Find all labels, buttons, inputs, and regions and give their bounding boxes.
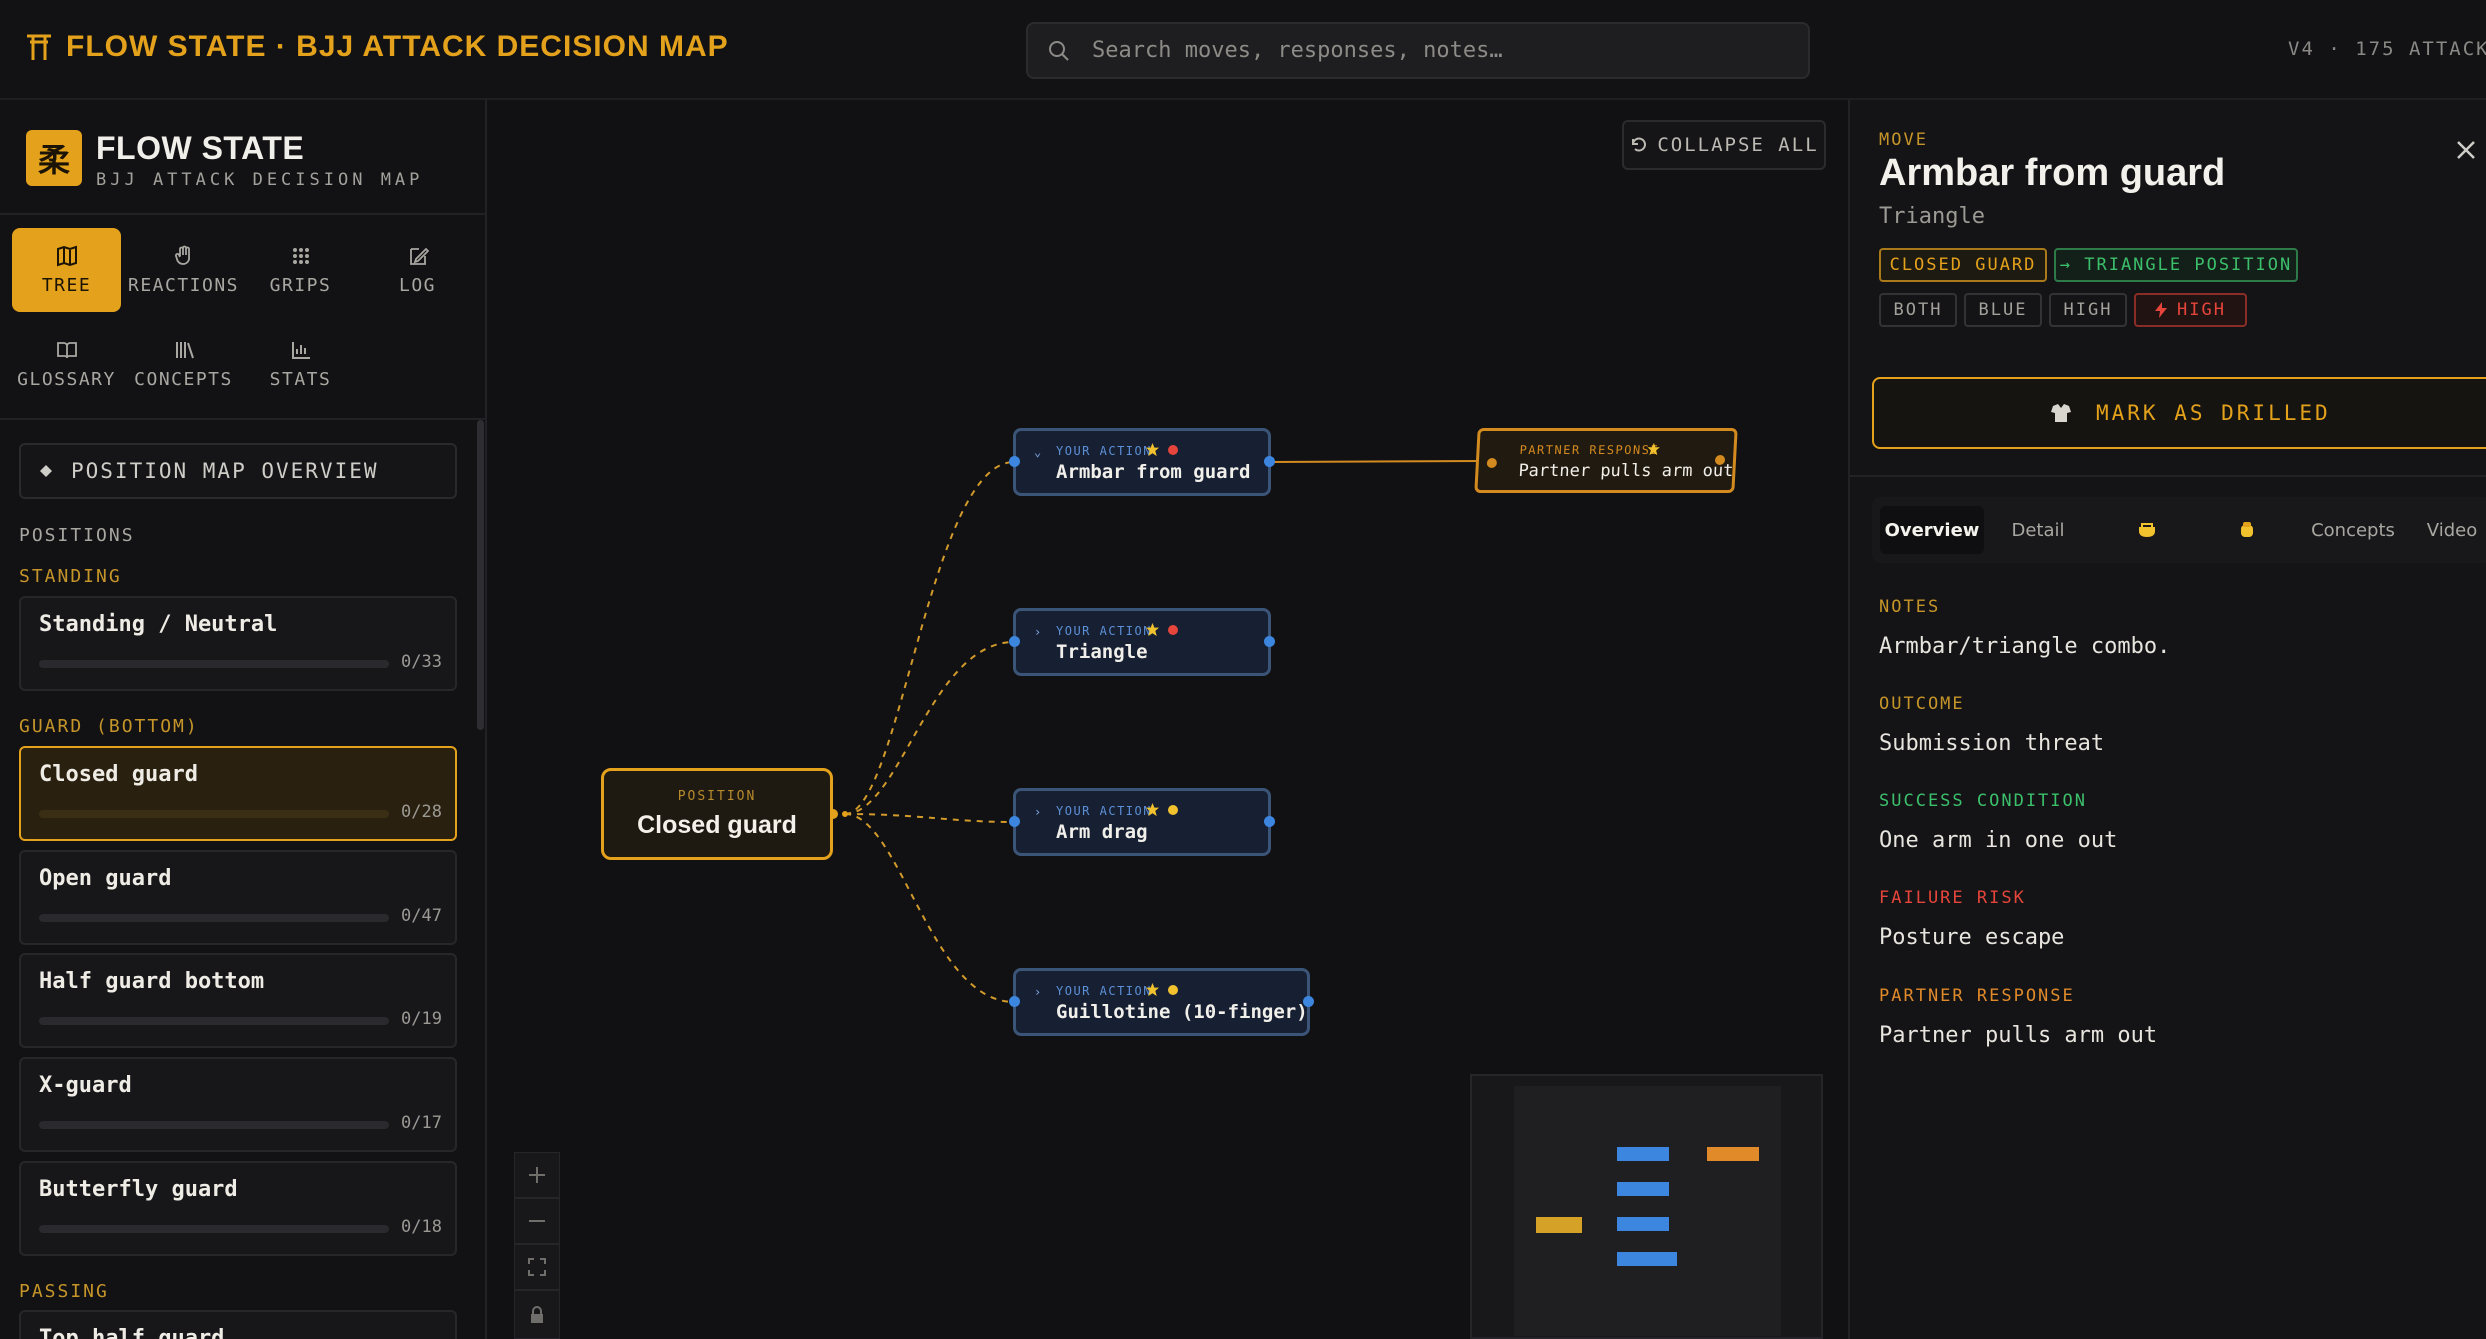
star-icon <box>1647 442 1660 456</box>
handle-out[interactable] <box>1264 636 1275 647</box>
tab-offense[interactable] <box>2202 506 2292 554</box>
field-label-outcome: OUTCOME <box>1879 694 1965 714</box>
field-label-success: SUCCESS CONDITION <box>1879 791 2087 811</box>
collapse-all-button[interactable]: COLLAPSE ALL <box>1622 120 1826 170</box>
gi-icon <box>2051 404 2071 422</box>
node-kicker: POSITION <box>677 789 757 804</box>
panel-kicker: MOVE <box>1879 130 1928 150</box>
close-icon[interactable] <box>2452 136 2480 164</box>
minimap-node <box>1617 1147 1669 1161</box>
tab-defense[interactable] <box>2102 506 2192 554</box>
tab-detail[interactable]: Detail <box>1992 506 2084 554</box>
handle-in[interactable] <box>1009 636 1020 647</box>
chevron-down-icon[interactable]: ⌄ <box>1034 445 1041 459</box>
tab-concepts[interactable]: Concepts <box>2298 506 2408 554</box>
edge-armbar-partner <box>1269 460 1481 463</box>
handle-in[interactable] <box>1486 458 1498 468</box>
field-value-failure: Posture escape <box>1879 925 2065 950</box>
handle-in[interactable] <box>1009 456 1020 467</box>
zoom-out-icon[interactable] <box>514 1198 560 1244</box>
edge-root-guillotine <box>844 813 1015 1003</box>
edge-root-armbar <box>844 461 1015 815</box>
panel-subtitle: Triangle <box>1879 204 1985 229</box>
chevron-right-icon[interactable]: › <box>1034 805 1041 819</box>
divider <box>1850 475 2486 477</box>
undo-icon <box>1632 137 1647 152</box>
node-title: Guillotine (10-finger) <box>1056 1001 1308 1023</box>
handle-out[interactable] <box>1264 456 1275 467</box>
handle-in[interactable] <box>1009 816 1020 827</box>
handle-in[interactable] <box>1009 996 1020 1007</box>
minimap-node <box>1707 1147 1759 1161</box>
minimap-node <box>1617 1217 1669 1231</box>
lightning-icon <box>2155 302 2168 318</box>
field-label-notes: NOTES <box>1879 597 1941 617</box>
tag-risk: HIGH <box>2134 293 2247 327</box>
minimap-node <box>1536 1217 1582 1233</box>
star-icon <box>1145 622 1160 637</box>
field-value-notes: Armbar/triangle combo. <box>1879 634 2171 659</box>
drill-label: MARK AS DRILLED <box>2096 401 2331 425</box>
field-value-partner-response: Partner pulls arm out <box>1879 1023 2158 1048</box>
field-value-outcome: Submission threat <box>1879 731 2105 756</box>
tag-position: CLOSED GUARD <box>1879 248 2047 282</box>
lock-icon[interactable] <box>514 1290 560 1339</box>
tab-video[interactable]: Video <box>2412 506 2486 554</box>
node-kicker: PARTNER RESPONSE <box>1519 443 1660 457</box>
star-icon <box>1145 442 1160 457</box>
chevron-right-icon[interactable]: › <box>1034 985 1041 999</box>
tag-leads-to: → TRIANGLE POSITION <box>2054 248 2298 282</box>
node-kicker: YOUR ACTION <box>1056 444 1152 458</box>
tag-belt: BLUE <box>1964 293 2042 327</box>
risk-dot <box>1168 985 1178 995</box>
chevron-right-icon[interactable]: › <box>1034 625 1041 639</box>
panel-title: Armbar from guard <box>1879 152 2226 194</box>
minimap-viewport[interactable] <box>1514 1086 1781 1336</box>
tag-side: BOTH <box>1879 293 1957 327</box>
minimap-node <box>1617 1182 1669 1196</box>
node-title: Partner pulls arm out <box>1517 461 1734 481</box>
shield-tab-icon <box>2139 523 2155 537</box>
risk-dot <box>1168 805 1178 815</box>
field-label-failure: FAILURE RISK <box>1879 888 2026 908</box>
risk-dot <box>1168 445 1178 455</box>
field-label-partner-response: PARTNER RESPONSE <box>1879 986 2075 1006</box>
detail-tabs: Overview Detail Concepts Video <box>1872 497 2486 563</box>
minimap-node <box>1617 1252 1677 1266</box>
tag-risk-label: HIGH <box>2177 300 2226 320</box>
action-node-armdrag[interactable]: › YOUR ACTION Arm drag <box>1009 788 1275 856</box>
detail-panel: MOVE Armbar from guard Triangle CLOSED G… <box>1848 100 2486 1339</box>
fist-tab-icon <box>2241 522 2253 537</box>
node-title: Arm drag <box>1056 821 1148 843</box>
node-kicker: YOUR ACTION <box>1056 624 1152 638</box>
zoom-in-icon[interactable] <box>514 1152 560 1198</box>
action-node-guillotine[interactable]: › YOUR ACTION Guillotine (10-finger) <box>1009 968 1314 1036</box>
handle-out[interactable] <box>1264 816 1275 827</box>
position-node[interactable]: POSITION Closed guard <box>601 768 833 860</box>
node-kicker: YOUR ACTION <box>1056 984 1152 998</box>
node-title: Closed guard <box>637 811 797 839</box>
node-kicker: YOUR ACTION <box>1056 804 1152 818</box>
tag-priority: HIGH <box>2049 293 2127 327</box>
partner-response-node[interactable]: PARTNER RESPONSE Partner pulls arm out <box>1474 428 1738 493</box>
minimap[interactable] <box>1470 1074 1823 1339</box>
edge-root-armdrag <box>844 813 1015 823</box>
mark-as-drilled-button[interactable]: MARK AS DRILLED <box>1872 377 2486 449</box>
star-icon <box>1145 802 1160 817</box>
handle-out[interactable] <box>1303 996 1314 1007</box>
field-value-success: One arm in one out <box>1879 828 2118 853</box>
action-node-armbar[interactable]: ⌄ YOUR ACTION Armbar from guard <box>1009 428 1275 496</box>
node-title: Armbar from guard <box>1056 461 1251 483</box>
risk-dot <box>1168 625 1178 635</box>
fit-view-icon[interactable] <box>514 1244 560 1290</box>
node-title: Triangle <box>1056 641 1148 663</box>
action-node-triangle[interactable]: › YOUR ACTION Triangle <box>1009 608 1275 676</box>
star-icon <box>1145 982 1160 997</box>
tab-overview[interactable]: Overview <box>1880 506 1984 554</box>
collapse-label: COLLAPSE ALL <box>1657 134 1819 156</box>
